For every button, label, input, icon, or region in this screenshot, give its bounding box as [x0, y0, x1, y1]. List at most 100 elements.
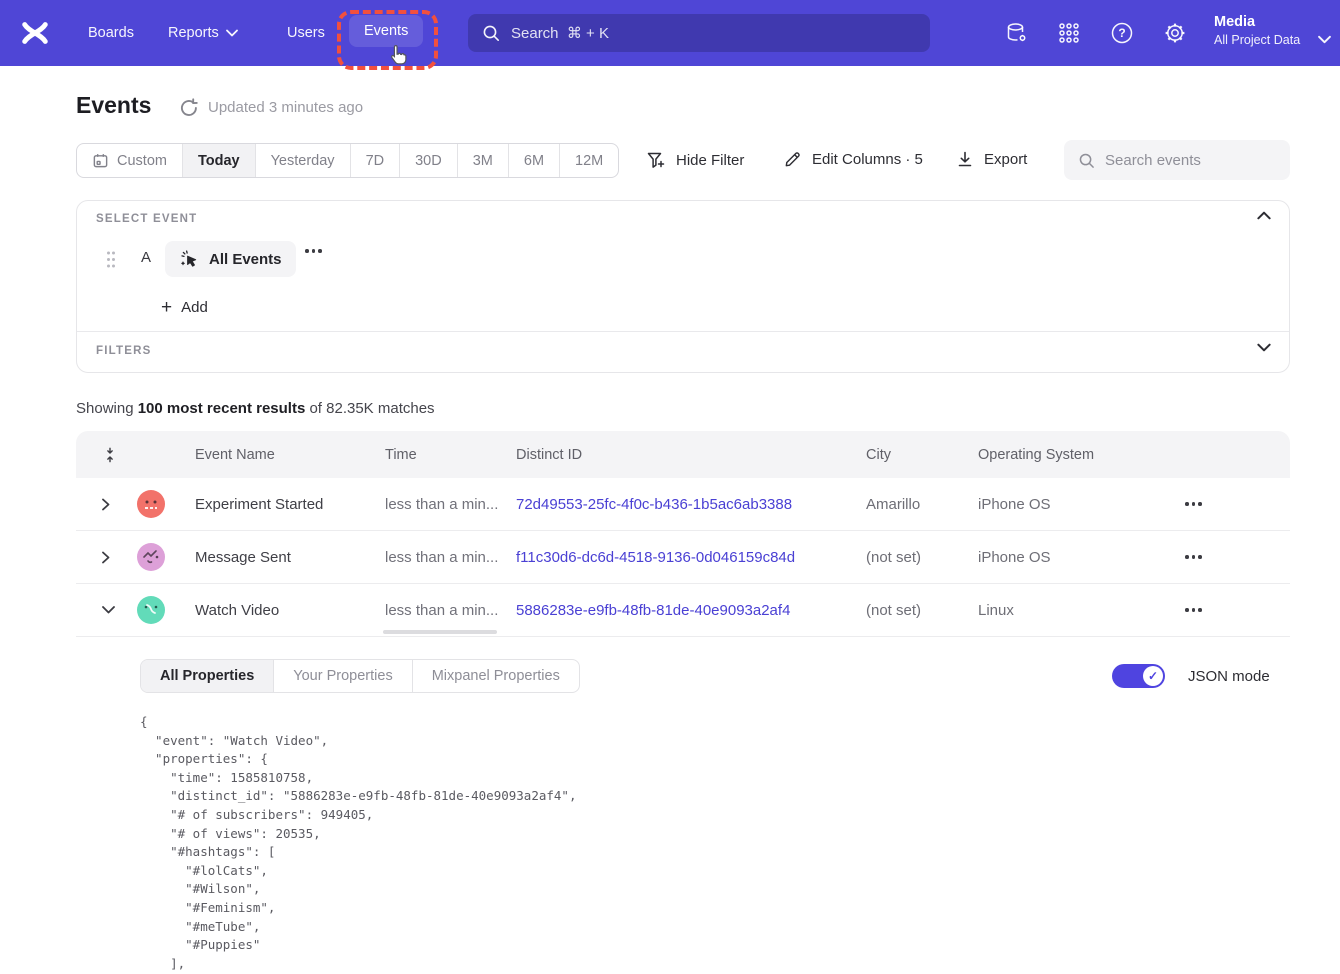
column-header-city[interactable]: City: [866, 447, 978, 463]
events-page: Boards Reports Users Events: [0, 0, 1340, 974]
card-divider: [77, 331, 1289, 332]
expand-row-chevron-right-icon[interactable]: [76, 551, 124, 564]
data-management-icon[interactable]: [1005, 21, 1029, 45]
table-header-row: Event Name Time Distinct ID City Operati…: [76, 431, 1290, 478]
date-option-30d[interactable]: 30D: [399, 144, 457, 177]
table-row[interactable]: Message Sent less than a min... f11c30d6…: [76, 531, 1290, 584]
event-more-options-icon[interactable]: [305, 249, 322, 253]
project-name: Media: [1214, 14, 1300, 30]
project-selector[interactable]: Media All Project Data: [1214, 14, 1300, 47]
event-time: less than a min...: [385, 602, 516, 619]
collapse-all-icon[interactable]: [76, 446, 124, 464]
collapse-row-chevron-down-icon[interactable]: [76, 606, 124, 614]
os-value: iPhone OS: [978, 549, 1185, 566]
mixpanel-logo-icon[interactable]: [20, 18, 50, 48]
date-option-yesterday[interactable]: Yesterday: [255, 144, 350, 177]
funnel-icon: [646, 150, 666, 170]
date-range-control: Custom Today Yesterday 7D 30D 3M 6M 12M: [76, 143, 619, 178]
hand-cursor-icon: [388, 44, 410, 68]
global-search[interactable]: [468, 14, 930, 52]
event-name: Watch Video: [195, 602, 385, 619]
horizontal-scrollbar-thumb[interactable]: [383, 630, 497, 634]
json-mode-toggle[interactable]: ✓: [1112, 664, 1165, 688]
add-event-button[interactable]: + Add: [157, 293, 212, 322]
download-icon: [956, 150, 974, 168]
chevron-down-icon: [226, 29, 238, 37]
date-option-3m[interactable]: 3M: [457, 144, 508, 177]
properties-tabs: All Properties Your Properties Mixpanel …: [140, 659, 580, 693]
search-icon: [482, 24, 500, 42]
svg-text:?: ?: [1118, 26, 1125, 40]
filters-label: FILTERS: [96, 345, 151, 357]
cursor-click-icon: [179, 249, 200, 270]
distinct-id-link[interactable]: 5886283e-e9fb-48fb-81de-40e9093a2af4: [516, 602, 866, 619]
table-row-expanded[interactable]: Watch Video less than a min... 5886283e-…: [76, 584, 1290, 637]
help-icon[interactable]: ?: [1110, 21, 1134, 45]
nav-item-users[interactable]: Users: [287, 0, 325, 66]
chevron-down-icon[interactable]: [1257, 343, 1271, 352]
edit-columns-button[interactable]: Edit Columns · 5: [783, 150, 923, 169]
page-title: Events: [76, 92, 151, 119]
distinct-id-link[interactable]: f11c30d6-dc6d-4518-9136-0d046159c84d: [516, 549, 866, 566]
search-events-input[interactable]: [1105, 152, 1276, 169]
apps-grid-icon[interactable]: [1057, 21, 1081, 45]
step-letter: A: [141, 249, 151, 266]
event-avatar: [137, 490, 165, 518]
export-button[interactable]: Export: [956, 150, 1027, 168]
tab-your-properties[interactable]: Your Properties: [273, 660, 411, 692]
distinct-id-link[interactable]: 72d49553-25fc-4f0c-b436-1b5ac6ab3388: [516, 496, 866, 513]
column-header-os[interactable]: Operating System: [978, 447, 1185, 463]
expand-row-chevron-right-icon[interactable]: [76, 498, 124, 511]
query-builder-card: SELECT EVENT A All Events +: [76, 200, 1290, 373]
refresh-icon[interactable]: [179, 98, 199, 118]
search-events-box[interactable]: [1064, 140, 1290, 180]
date-option-custom[interactable]: Custom: [77, 144, 182, 177]
column-header-distinct-id[interactable]: Distinct ID: [516, 447, 866, 463]
event-detail-panel: All Properties Your Properties Mixpanel …: [76, 637, 1290, 974]
event-name: Message Sent: [195, 549, 385, 566]
event-time: less than a min...: [385, 496, 516, 513]
nav-item-events[interactable]: Events: [349, 15, 423, 47]
top-navbar: Boards Reports Users Events: [0, 0, 1340, 66]
drag-handle-icon[interactable]: [105, 250, 117, 269]
project-chevron-down-icon[interactable]: [1312, 27, 1336, 51]
date-option-12m[interactable]: 12M: [559, 144, 618, 177]
hide-filter-button[interactable]: Hide Filter: [646, 150, 744, 170]
city-value: (not set): [866, 549, 978, 566]
chevron-up-icon[interactable]: [1257, 211, 1271, 220]
date-option-today[interactable]: Today: [182, 144, 255, 177]
events-table: Event Name Time Distinct ID City Operati…: [76, 431, 1290, 637]
os-value: Linux: [978, 602, 1185, 619]
date-option-7d[interactable]: 7D: [350, 144, 400, 177]
row-menu-icon[interactable]: [1185, 608, 1290, 612]
table-row[interactable]: Experiment Started less than a min... 72…: [76, 478, 1290, 531]
select-event-label: SELECT EVENT: [96, 213, 197, 225]
event-name: Experiment Started: [195, 496, 385, 513]
nav-item-boards[interactable]: Boards: [88, 0, 134, 66]
os-value: iPhone OS: [978, 496, 1185, 513]
event-json-content: { "event": "Watch Video", "properties": …: [140, 713, 577, 973]
event-avatar: [137, 596, 165, 624]
column-header-time[interactable]: Time: [385, 447, 516, 463]
toggle-knob-check-icon: ✓: [1143, 666, 1163, 686]
row-menu-icon[interactable]: [1185, 555, 1290, 559]
settings-gear-icon[interactable]: [1163, 21, 1187, 45]
results-summary: Showing 100 most recent results of 82.35…: [76, 400, 435, 417]
tab-mixpanel-properties[interactable]: Mixpanel Properties: [412, 660, 579, 692]
event-avatar: [137, 543, 165, 571]
city-value: Amarillo: [866, 496, 978, 513]
pencil-icon: [783, 150, 802, 169]
event-time: less than a min...: [385, 549, 516, 566]
event-selector-chip[interactable]: All Events: [165, 241, 296, 277]
tab-all-properties[interactable]: All Properties: [141, 660, 273, 692]
last-updated-text: Updated 3 minutes ago: [208, 99, 363, 116]
column-header-event-name[interactable]: Event Name: [195, 447, 385, 463]
event-chip-label: All Events: [209, 251, 282, 268]
row-menu-icon[interactable]: [1185, 502, 1290, 506]
nav-item-reports[interactable]: Reports: [168, 0, 238, 66]
plus-icon: +: [161, 300, 172, 316]
calendar-icon: [92, 152, 109, 169]
date-option-6m[interactable]: 6M: [508, 144, 559, 177]
project-subtitle: All Project Data: [1214, 33, 1300, 47]
global-search-input[interactable]: [511, 25, 916, 42]
